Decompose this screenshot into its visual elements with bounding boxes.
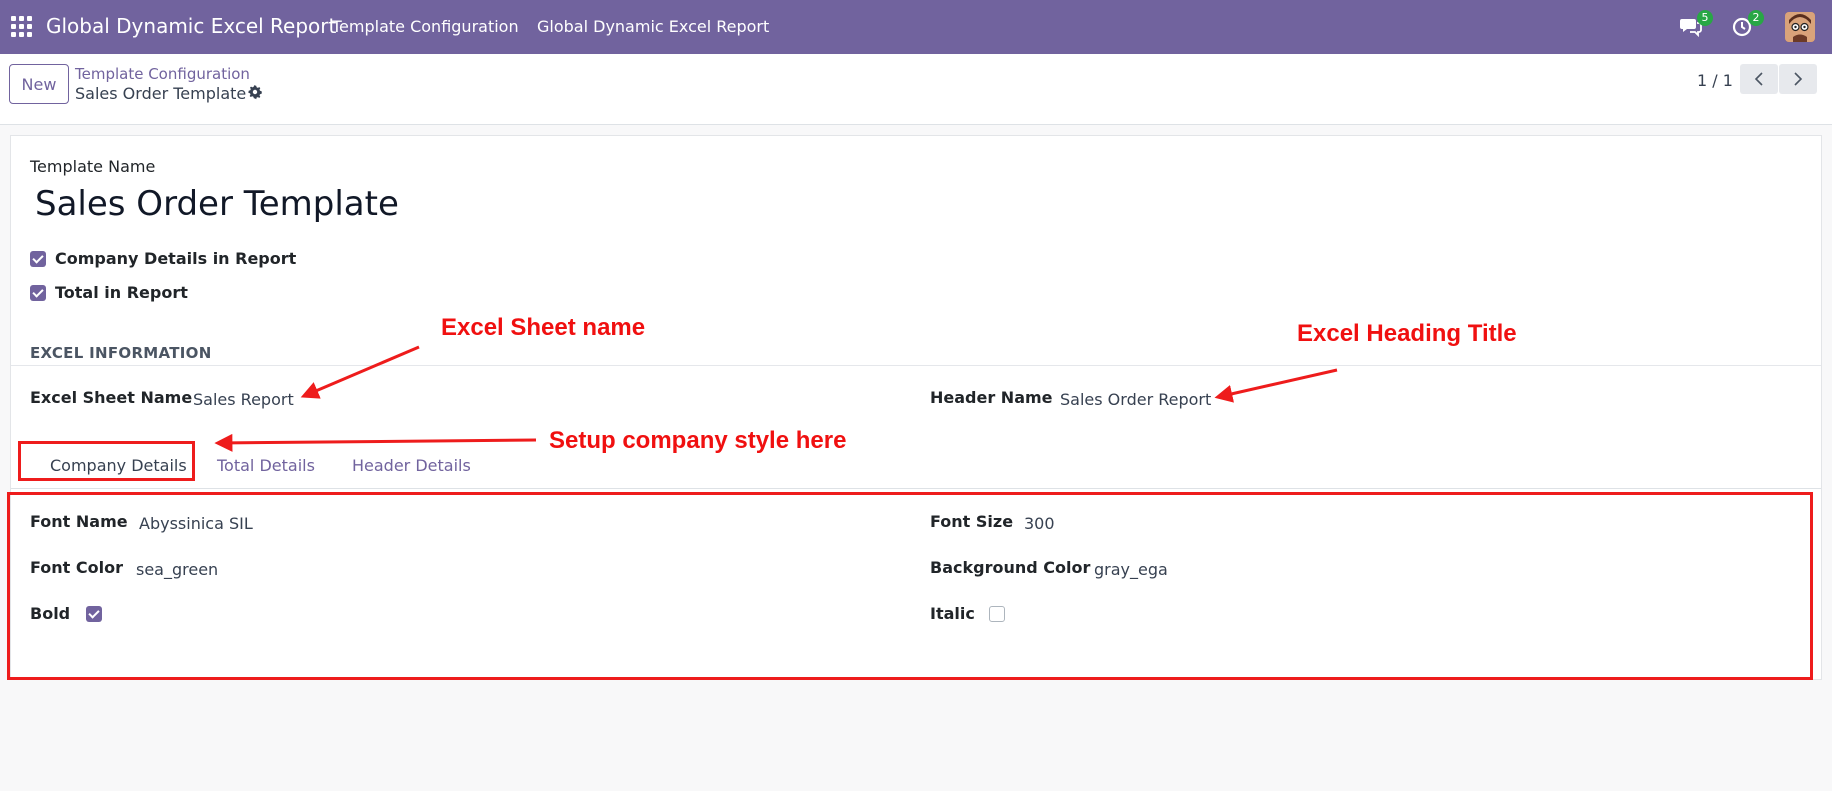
company-details-label: Company Details in Report (55, 249, 297, 268)
annotation-box-company-tab (18, 441, 195, 481)
company-details-checkbox[interactable] (30, 251, 46, 267)
user-avatar[interactable] (1785, 12, 1815, 42)
annotation-sheet-name: Excel Sheet name (441, 314, 646, 341)
header-name-field[interactable]: Sales Order Report (1060, 390, 1211, 409)
breadcrumb-template-configuration[interactable]: Template Configuration (75, 65, 250, 83)
total-in-report-label: Total in Report (55, 283, 188, 302)
gear-icon[interactable] (247, 84, 265, 102)
pager-next-button[interactable] (1779, 64, 1817, 94)
messages-badge: 5 (1697, 10, 1713, 26)
template-name-label: Template Name (30, 157, 156, 176)
template-name-field[interactable]: Sales Order Template (35, 184, 399, 224)
excel-sheet-name-field[interactable]: Sales Report (193, 390, 294, 409)
annotation-heading-title: Excel Heading Title (1297, 320, 1517, 347)
pager-previous-button[interactable] (1740, 64, 1778, 94)
control-panel: New Template Configuration Sales Order T… (0, 54, 1832, 125)
activities-clock-icon[interactable]: 2 (1730, 10, 1764, 40)
messages-icon[interactable]: 5 (1679, 10, 1713, 40)
menu-global-dynamic-excel-report[interactable]: Global Dynamic Excel Report (537, 17, 769, 36)
menu-template-configuration[interactable]: Template Configuration (332, 17, 519, 36)
apps-grid-icon[interactable] (11, 16, 32, 37)
top-navbar: Global Dynamic Excel Report Template Con… (0, 0, 1832, 54)
annotation-company-style: Setup company style here (549, 427, 847, 454)
total-in-report-checkbox[interactable] (30, 285, 46, 301)
tabs-divider (11, 488, 1821, 489)
header-name-label: Header Name (930, 388, 1053, 407)
excel-sheet-name-label: Excel Sheet Name (30, 388, 193, 407)
pager-value[interactable]: 1 / 1 (1697, 71, 1733, 90)
annotation-box-company-fields (7, 492, 1813, 680)
tab-total-details[interactable]: Total Details (217, 456, 315, 475)
section-title-excel-information: EXCEL INFORMATION (30, 344, 212, 362)
breadcrumb-current-record: Sales Order Template (75, 84, 247, 103)
app-brand[interactable]: Global Dynamic Excel Report (46, 14, 336, 38)
activities-badge: 2 (1748, 10, 1764, 26)
new-button[interactable]: New (9, 64, 69, 104)
section-divider (11, 365, 1821, 366)
chevron-left-icon (1754, 72, 1763, 86)
chevron-right-icon (1794, 72, 1803, 86)
tab-header-details[interactable]: Header Details (352, 456, 471, 475)
